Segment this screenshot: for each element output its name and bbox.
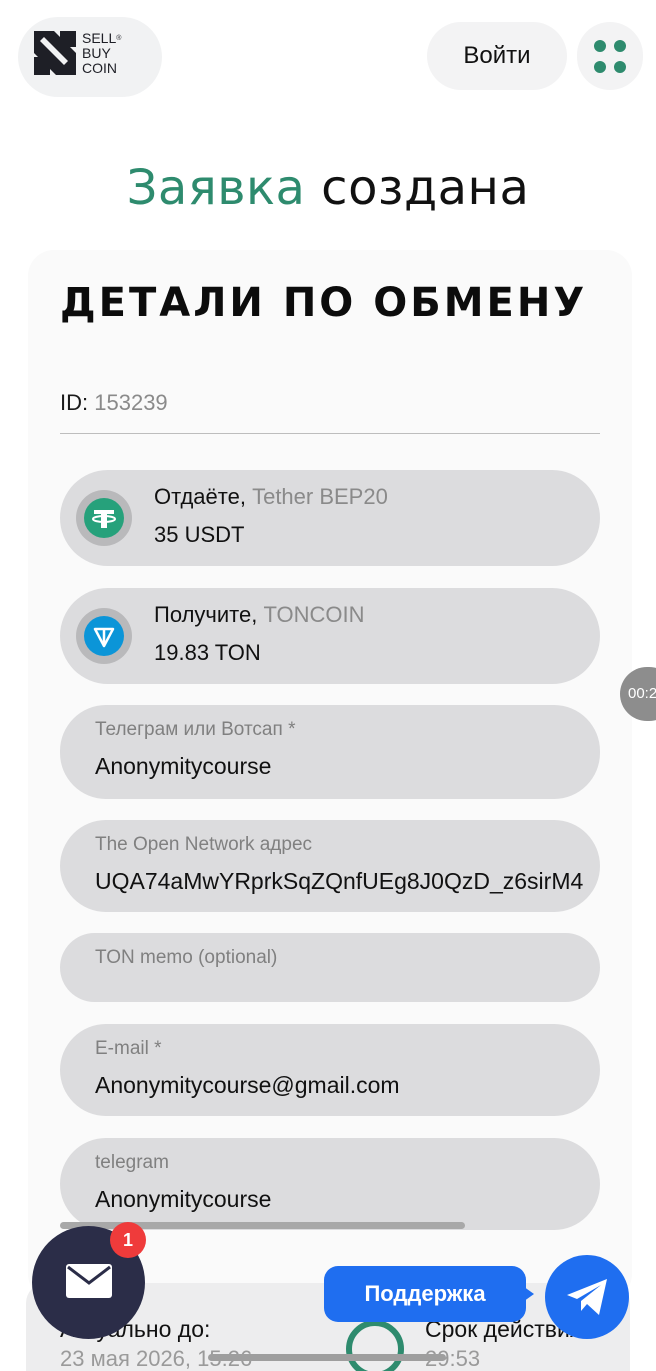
- logo-text: SELL® BUY COIN: [82, 30, 122, 76]
- contact-field-value[interactable]: Anonymitycourse: [95, 753, 271, 780]
- contact-field[interactable]: Телеграм или Вотсап * Anonymitycourse: [60, 705, 600, 799]
- give-label: Отдаёте,: [154, 484, 246, 509]
- receive-currency: TONCOIN: [263, 602, 365, 627]
- menu-button[interactable]: [577, 22, 643, 90]
- email-field-label: E-mail *: [95, 1038, 162, 1059]
- ton-address-value[interactable]: UQA74aMwYRprkSqZQnfUEg8J0QzD_z6sirM4: [95, 868, 583, 895]
- telegram-field-label: telegram: [95, 1152, 169, 1173]
- receive-label: Получите,: [154, 602, 258, 627]
- logo[interactable]: SELL® BUY COIN: [18, 17, 162, 97]
- telegram-plane-icon: [567, 1279, 607, 1315]
- ton-memo-field[interactable]: TON memo (optional): [60, 933, 600, 1002]
- email-field-value[interactable]: Anonymitycourse@gmail.com: [95, 1072, 400, 1099]
- login-button[interactable]: Войти: [427, 22, 567, 90]
- give-currency-row: Отдаёте, Tether BEP20 35 USDT: [60, 470, 600, 566]
- telegram-field[interactable]: telegram Anonymitycourse: [60, 1138, 600, 1230]
- countdown-ring-icon: [346, 1320, 404, 1371]
- ton-address-field[interactable]: The Open Network адрес UQA74aMwYRprkSqZQ…: [60, 820, 600, 912]
- toncoin-icon: [76, 608, 132, 664]
- receive-currency-row: Получите, TONCOIN 19.83 TON: [60, 588, 600, 684]
- tether-icon: [76, 490, 132, 546]
- telegram-button[interactable]: [545, 1255, 629, 1339]
- gesture-bar: [208, 1354, 446, 1361]
- logo-mark-icon: [34, 31, 76, 75]
- order-id: ID: 153239: [60, 390, 168, 416]
- order-id-value: 153239: [94, 390, 168, 415]
- receive-amount: 19.83 TON: [154, 640, 261, 665]
- page-title-rest: создана: [321, 160, 530, 216]
- ton-address-label: The Open Network адрес: [95, 834, 313, 855]
- give-currency: Tether BEP20: [252, 484, 388, 509]
- give-amount: 35 USDT: [154, 522, 245, 547]
- envelope-icon: [66, 1264, 112, 1298]
- page-title-accent: Заявка: [126, 160, 306, 216]
- contact-field-label: Телеграм или Вотсап *: [95, 719, 296, 740]
- email-field[interactable]: E-mail * Anonymitycourse@gmail.com: [60, 1024, 600, 1116]
- page-title: Заявка создана: [0, 160, 656, 216]
- support-button[interactable]: Поддержка: [324, 1266, 526, 1322]
- telegram-field-value[interactable]: Anonymitycourse: [95, 1186, 271, 1213]
- section-title: ДЕТАЛИ ПО ОБМЕНУ: [60, 280, 588, 326]
- notification-badge: 1: [110, 1222, 146, 1258]
- ton-memo-label: TON memo (optional): [95, 947, 278, 968]
- order-id-label: ID:: [60, 390, 89, 415]
- divider: [60, 433, 600, 434]
- support-tail: [520, 1284, 534, 1304]
